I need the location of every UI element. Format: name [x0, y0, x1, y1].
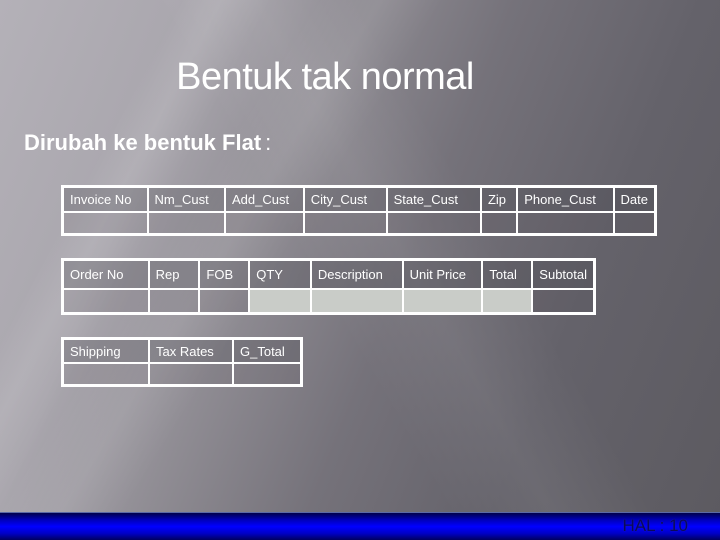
header-cell-city-cust: City_Cust [302, 185, 388, 213]
value-cell-shipping [61, 362, 150, 387]
header-cell-description: Description [309, 258, 404, 290]
footer-bar: HAL : 10 [0, 512, 720, 540]
value-cell-g-total [232, 362, 303, 387]
header-cell-qty: QTY [248, 258, 312, 290]
slide-subtitle: Dirubah ke bentuk Flat: [24, 130, 271, 156]
header-cell-nm-cust: Nm_Cust [146, 185, 226, 213]
value-cell-order-no [61, 288, 150, 315]
header-cell-invoice-no: Invoice No [61, 185, 149, 213]
value-cell-nm-cust [146, 211, 226, 236]
value-cell-date [612, 211, 657, 236]
header-cell-unit-price: Unit Price [401, 258, 484, 290]
value-cell-tax-rates [148, 362, 234, 387]
header-cell-subtotal: Subtotal [531, 258, 596, 290]
table-header-row: Order No Rep FOB QTY Description Unit Pr… [61, 258, 596, 290]
slide-title: Bentuk tak normal [176, 56, 474, 98]
value-cell-city-cust [302, 211, 388, 236]
header-cell-g-total: G_Total [232, 337, 303, 364]
value-cell-subtotal [531, 288, 596, 315]
page-number: HAL : 10 [622, 516, 688, 535]
header-cell-rep: Rep [147, 258, 201, 290]
totals-table: Shipping Tax Rates G_Total [61, 337, 303, 387]
header-cell-zip: Zip [479, 185, 519, 213]
header-cell-add-cust: Add_Cust [223, 185, 305, 213]
header-cell-order-no: Order No [61, 258, 150, 290]
subtitle-text: Dirubah ke bentuk Flat [24, 130, 262, 155]
header-cell-phone-cust: Phone_Cust [516, 185, 615, 213]
subtitle-colon: : [265, 130, 272, 155]
order-line-table: Order No Rep FOB QTY Description Unit Pr… [61, 258, 596, 315]
table-value-row [61, 211, 657, 236]
value-cell-phone-cust [516, 211, 615, 236]
header-cell-state-cust: State_Cust [385, 185, 482, 213]
value-cell-total [481, 288, 534, 315]
value-cell-add-cust [223, 211, 305, 236]
value-cell-zip [479, 211, 519, 236]
value-cell-description [309, 288, 404, 315]
table-value-row [61, 288, 596, 315]
table-header-row: Invoice No Nm_Cust Add_Cust City_Cust St… [61, 185, 657, 213]
invoice-customer-table: Invoice No Nm_Cust Add_Cust City_Cust St… [61, 185, 657, 236]
header-cell-fob: FOB [198, 258, 251, 290]
value-cell-rep [147, 288, 201, 315]
value-cell-unit-price [401, 288, 484, 315]
header-cell-date: Date [612, 185, 657, 213]
table-header-row: Shipping Tax Rates G_Total [61, 337, 303, 364]
table-value-row [61, 362, 303, 387]
header-cell-shipping: Shipping [61, 337, 150, 364]
value-cell-state-cust [385, 211, 482, 236]
value-cell-fob [198, 288, 251, 315]
value-cell-invoice-no [61, 211, 149, 236]
value-cell-qty [248, 288, 312, 315]
header-cell-total: Total [481, 258, 534, 290]
header-cell-tax-rates: Tax Rates [148, 337, 234, 364]
